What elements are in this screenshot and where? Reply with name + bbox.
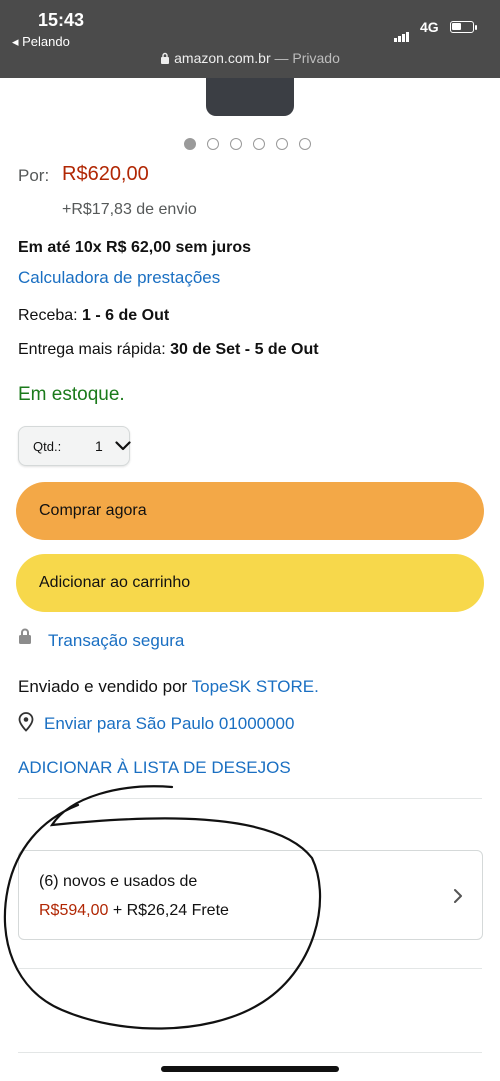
price-label: Por: (18, 166, 50, 185)
offers-freight: + R$26,24 Frete (108, 902, 229, 919)
carousel-dot[interactable] (299, 138, 311, 150)
installment-calculator-link[interactable]: Calculadora de prestações (18, 268, 220, 288)
url-text: amazon.com.br (174, 50, 271, 66)
back-to-app-link[interactable]: ◂ Pelando (12, 34, 70, 50)
buy-now-button[interactable]: Comprar agora (16, 482, 484, 540)
battery-nub (475, 25, 477, 30)
quantity-value: 1 (95, 438, 103, 454)
divider (18, 968, 482, 969)
shipping-cost: +R$17,83 de envio (62, 201, 197, 218)
stock-status: Em estoque. (18, 384, 125, 405)
offers-price-line: R$594,00 + R$26,24 Frete (39, 902, 229, 920)
carousel-dot[interactable] (207, 138, 219, 150)
seller-suffix: . (314, 677, 319, 696)
status-bar: 15:43 ◂ Pelando 4G amazon.com.br — Priva… (0, 0, 500, 78)
carousel-dot[interactable] (230, 138, 242, 150)
seller-prefix: Enviado e vendido por (18, 677, 188, 696)
carousel-dots (184, 138, 311, 150)
carousel-dot[interactable] (184, 138, 196, 150)
home-indicator (161, 1066, 339, 1072)
carousel-dot[interactable] (253, 138, 265, 150)
fast-delivery-label: Entrega mais rápida: (18, 341, 166, 358)
network-type: 4G (420, 19, 439, 35)
delivery-label: Receba: (18, 307, 78, 324)
fast-delivery-date: 30 de Set - 5 de Out (170, 341, 319, 358)
add-to-cart-button[interactable]: Adicionar ao carrinho (16, 554, 484, 612)
secure-transaction-link[interactable]: Transação segura (48, 631, 184, 651)
divider (18, 1052, 482, 1053)
other-offers-card[interactable]: (6) novos e usados de R$594,00 + R$26,24… (18, 850, 483, 940)
product-image[interactable] (206, 78, 294, 116)
lock-icon (19, 628, 31, 644)
seller-info: Enviado e vendido por TopeSK STORE. (18, 677, 319, 697)
price-value: R$620,00 (62, 163, 149, 185)
seller-link[interactable]: TopeSK STORE (192, 677, 315, 696)
battery-icon (450, 21, 474, 33)
chevron-right-icon (454, 889, 462, 903)
offers-price: R$594,00 (39, 902, 109, 919)
ship-to-link[interactable]: Enviar para São Paulo 01000000 (44, 714, 294, 734)
divider (18, 798, 482, 799)
url-separator: — (270, 50, 293, 66)
carousel-dot[interactable] (276, 138, 288, 150)
installments-text: Em até 10x R$ 62,00 sem juros (18, 239, 252, 256)
address-bar[interactable]: amazon.com.br — Privado (0, 50, 500, 66)
clock: 15:43 (38, 10, 85, 30)
lock-icon (161, 52, 170, 64)
offers-count-text: (6) novos e usados de (39, 873, 198, 890)
delivery-estimate: Receba: 1 - 6 de Out (18, 307, 169, 325)
quantity-label: Qtd.: (33, 439, 62, 454)
add-to-wishlist-link[interactable]: ADICIONAR À LISTA DE DESEJOS (18, 758, 291, 778)
location-pin-icon (18, 712, 34, 732)
delivery-date: 1 - 6 de Out (82, 307, 170, 324)
fast-delivery: Entrega mais rápida: 30 de Set - 5 de Ou… (18, 341, 319, 359)
signal-icon (394, 24, 410, 42)
private-label: Privado (292, 50, 340, 66)
chevron-down-icon (115, 441, 131, 451)
quantity-select[interactable]: Qtd.: 1 (18, 426, 131, 466)
